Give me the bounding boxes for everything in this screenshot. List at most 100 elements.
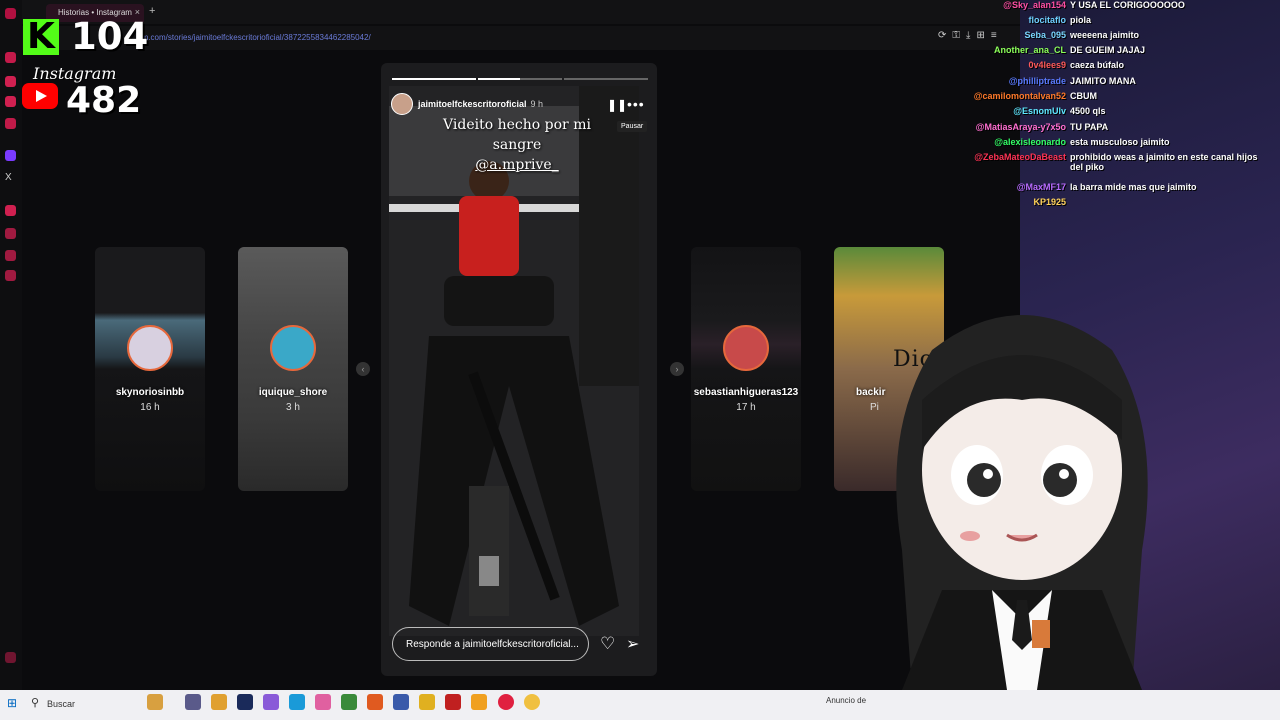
- sidebar-app-icon[interactable]: [5, 118, 16, 129]
- chat-text: piola: [1070, 15, 1092, 25]
- chat-message: @MatiasAraya-y7x5o TU PAPA: [930, 122, 1280, 132]
- chat-text: weeeena jaimito: [1070, 30, 1140, 40]
- story-username: skynoriosinbb: [115, 387, 185, 398]
- kick-logo: K: [23, 19, 59, 55]
- firefox-icon[interactable]: [367, 694, 383, 710]
- story-card[interactable]: skynoriosinbb 16 h: [95, 247, 205, 491]
- sidebar-app-icon[interactable]: [5, 652, 16, 663]
- chat-message: @philliptrade JAIMITO MANA: [930, 76, 1280, 86]
- story-time: 16 h: [140, 402, 160, 413]
- opera-icon[interactable]: [498, 694, 514, 710]
- next-story-arrow[interactable]: ›: [670, 362, 684, 376]
- chrome-icon[interactable]: [419, 694, 435, 710]
- chat-text: JAIMITO MANA: [1070, 76, 1136, 86]
- chat-message: @alexisleonardo esta musculoso jaimito: [930, 137, 1280, 147]
- taskbar-app-icon[interactable]: [341, 694, 357, 710]
- progress-segment: [564, 78, 648, 80]
- x-icon[interactable]: X: [5, 172, 16, 183]
- heart-icon[interactable]: ♡: [600, 634, 615, 654]
- taskbar-app-icon[interactable]: [315, 694, 331, 710]
- chat-text: caeza búfalo: [1070, 60, 1125, 70]
- story-author-name: jaimitoelfckescritoroficial: [418, 99, 527, 109]
- chat-text: TU PAPA: [1070, 122, 1109, 132]
- more-options-icon[interactable]: •••: [627, 96, 645, 112]
- url-field[interactable]: ...m.com/stories/jaimitoelfckescritoriof…: [135, 33, 371, 42]
- story-time: 3 h: [286, 402, 300, 413]
- sidebar-app-icon[interactable]: [5, 8, 16, 19]
- taskbar-app-icon[interactable]: [471, 694, 487, 710]
- youtube-viewer-count: 482: [66, 80, 142, 121]
- chat-username[interactable]: @MatiasAraya-y7x5o: [930, 122, 1066, 132]
- chat-username[interactable]: @ZebaMateoDaBeast: [930, 152, 1066, 162]
- taskbar-app-icon[interactable]: [263, 694, 279, 710]
- sidebar-app-icon[interactable]: [5, 96, 16, 107]
- story-caption: Videito hecho por mi sangre @a.mprive_: [427, 115, 607, 175]
- story-username: sebastianhigueras123: [693, 387, 799, 398]
- story-time: 9 h: [530, 99, 544, 109]
- story-username: iquique_shore: [258, 387, 328, 398]
- avatar: [270, 325, 316, 371]
- prev-story-arrow[interactable]: ‹: [356, 362, 370, 376]
- taskbar-app-icon[interactable]: [237, 694, 253, 710]
- chat-text: 4500 qls: [1070, 106, 1106, 116]
- progress-segment: [392, 78, 476, 80]
- sidebar-app-icon[interactable]: [5, 270, 16, 281]
- taskbar-search[interactable]: Buscar: [27, 693, 167, 715]
- chat-username[interactable]: Seba_095: [930, 30, 1066, 40]
- edge-icon[interactable]: [289, 694, 305, 710]
- sidebar-app-icon[interactable]: [5, 250, 16, 261]
- screen: Historias • Instagram × + ...m.com/stori…: [0, 0, 1280, 720]
- chat-message: @Sky_alan154 Y USA EL CORIGOOOOOO: [930, 0, 1280, 10]
- chat-username[interactable]: @MaxMF17: [930, 182, 1066, 192]
- story-author-avatar[interactable]: [391, 93, 413, 115]
- chat-message: 0v4lees9 caeza búfalo: [930, 60, 1280, 70]
- avatar: [127, 325, 173, 371]
- story-card[interactable]: iquique_shore 3 h: [238, 247, 348, 491]
- chat-message: flocitaflo piola: [930, 15, 1280, 25]
- chat-username[interactable]: @philliptrade: [930, 76, 1066, 86]
- taskbar-app-icon[interactable]: [524, 694, 540, 710]
- chat-message: @ZebaMateoDaBeast prohibido weas a jaimit…: [930, 152, 1280, 172]
- caption-line: Videito hecho por mi sangre: [443, 117, 591, 153]
- windows-start-icon[interactable]: ⊞: [7, 696, 17, 710]
- story-author[interactable]: jaimitoelfckescritoroficial 9 h: [418, 99, 543, 109]
- story-card[interactable]: sebastianhigueras123 17 h: [691, 247, 801, 491]
- chat-message: @MaxMF17 la barra mide mas que jaimito: [930, 182, 1280, 192]
- progress-segment: [478, 78, 562, 80]
- sidebar-app-icon[interactable]: [5, 228, 16, 239]
- taskbar-app-icon[interactable]: [393, 694, 409, 710]
- chat-text: esta musculoso jaimito: [1070, 137, 1170, 147]
- chat-username[interactable]: @alexisleonardo: [930, 137, 1066, 147]
- chat-username[interactable]: @EsnomUlv: [930, 106, 1066, 116]
- pause-icon[interactable]: ❚❚: [607, 98, 627, 112]
- taskbar-app-icon[interactable]: [147, 694, 163, 710]
- new-tab-button[interactable]: +: [149, 5, 155, 17]
- chat-username[interactable]: 0v4lees9: [930, 60, 1066, 70]
- caption-mention[interactable]: @a.mprive_: [427, 155, 607, 175]
- taskbar-app-icon[interactable]: [445, 694, 461, 710]
- chat-username[interactable]: Another_ana_CL: [930, 45, 1066, 55]
- taskbar-notification[interactable]: Anuncio de: [826, 696, 866, 705]
- reply-input[interactable]: Responde a jaimitoelfckescritoroficial..…: [392, 627, 589, 661]
- avatar: [723, 325, 769, 371]
- sidebar-app-icon[interactable]: [5, 205, 16, 216]
- chat-message: Seba_095 weeeena jaimito: [930, 30, 1280, 40]
- chat-username[interactable]: flocitaflo: [930, 15, 1067, 25]
- twitch-icon[interactable]: [5, 150, 16, 161]
- browser-sidebar: X: [0, 0, 22, 690]
- chat-message: KP1925: [930, 197, 1280, 207]
- tab-bar: Historias • Instagram × +: [0, 0, 1020, 24]
- kick-viewer-count: 104: [71, 15, 149, 58]
- chat-username[interactable]: @camilomontalvan52: [930, 91, 1066, 101]
- chat-username[interactable]: KP1925: [930, 197, 1066, 207]
- task-view-icon[interactable]: [185, 694, 201, 710]
- send-icon[interactable]: ➢: [626, 634, 639, 654]
- chat-text: Y USA EL CORIGOOOOOO: [1070, 0, 1185, 10]
- file-explorer-icon[interactable]: [211, 694, 227, 710]
- sidebar-app-icon[interactable]: [5, 52, 16, 63]
- story-time: 17 h: [736, 402, 756, 413]
- vtuber-avatar: [896, 315, 1148, 690]
- chat-username[interactable]: @Sky_alan154: [930, 0, 1066, 10]
- sidebar-app-icon[interactable]: [5, 76, 16, 87]
- chat-text: prohibido weas a jaimito en este canal h…: [1070, 152, 1258, 172]
